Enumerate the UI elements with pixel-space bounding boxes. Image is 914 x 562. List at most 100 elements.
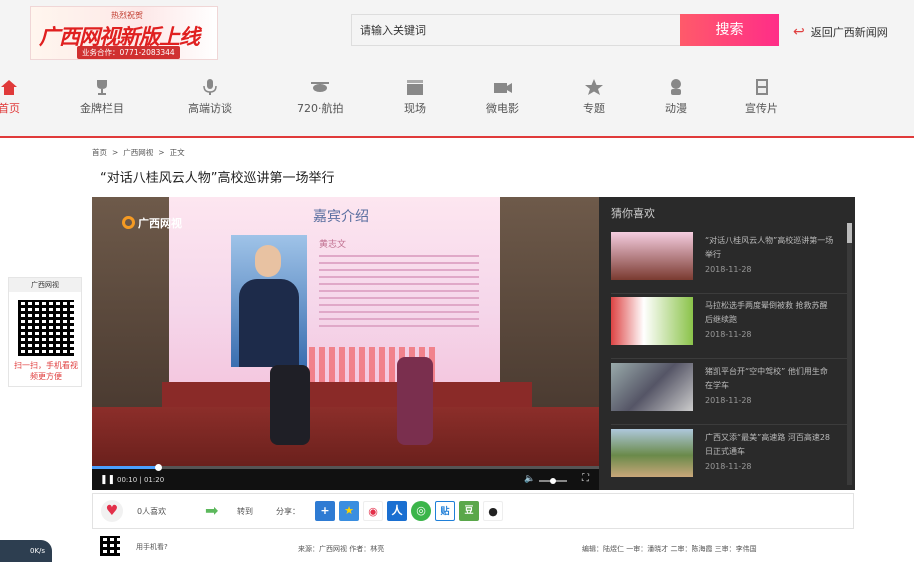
forward-label[interactable]: 转到 xyxy=(237,506,253,517)
nav-microfilm[interactable]: 微电影 xyxy=(486,78,519,116)
nav-label: 专题 xyxy=(583,102,605,115)
recommend-title[interactable]: 猪凯平台开“空中驾校” 他们用生命在学车 xyxy=(705,365,835,393)
star-icon xyxy=(585,79,603,95)
share-label: 分享： xyxy=(276,507,300,516)
recommend-title[interactable]: “对话八桂风云人物”高校巡讲第一场举行 xyxy=(705,234,835,262)
film-icon xyxy=(755,79,768,95)
qr-caption: 扫一扫，手机看视频更方便 xyxy=(14,361,78,381)
nav-home[interactable]: 首页 xyxy=(0,78,20,116)
recommend-item[interactable]: “对话八桂风云人物”高校巡讲第一场举行 2018-11-28 xyxy=(611,232,847,294)
video-player[interactable]: 嘉宾介绍 黄志文 广西网视 ❚❚ 00:10 | 01:20 🔈 ⛶ xyxy=(92,197,599,490)
breadcrumb-channel[interactable]: 广西网视 xyxy=(123,148,153,157)
breadcrumb: 首页 > 广西网视 > 正文 xyxy=(92,147,185,158)
video-thumbnail[interactable] xyxy=(611,297,693,345)
share-plus-icon[interactable]: + xyxy=(315,501,335,521)
pause-icon[interactable]: ❚❚ xyxy=(100,475,115,485)
share-weibo-icon[interactable]: ◉ xyxy=(363,501,383,521)
stage-floor xyxy=(92,407,599,467)
channel-watermark: 广西网视 xyxy=(122,215,182,231)
promo-banner[interactable]: 热烈祝贺 广西网视新版上线 业务合作：0771-2083344 xyxy=(30,6,218,60)
sidebar-scrollbar[interactable] xyxy=(847,223,852,485)
guest-portrait xyxy=(231,235,307,367)
microphone-icon xyxy=(203,79,217,95)
nav-label: 宣传片 xyxy=(745,102,778,115)
mobile-view-link[interactable]: 用手机看? xyxy=(136,542,168,552)
breadcrumb-home[interactable]: 首页 xyxy=(92,148,107,157)
scrollbar-thumb[interactable] xyxy=(847,223,852,243)
progress-bar[interactable] xyxy=(92,466,599,469)
channel-logo-icon xyxy=(122,216,135,229)
breadcrumb-separator: > xyxy=(112,148,119,157)
search-input[interactable]: 请输入关键词 xyxy=(351,14,681,46)
player-controls: ❚❚ 00:10 | 01:20 🔈 ⛶ xyxy=(92,464,599,490)
nav-label: 金牌栏目 xyxy=(80,102,124,115)
source-author: 来源：广西网视 作者：林亮 xyxy=(298,545,385,553)
host-figure xyxy=(397,357,433,445)
sidebar-heading: 猜你喜欢 xyxy=(611,207,655,220)
share-douban-icon[interactable]: 豆 xyxy=(459,501,479,521)
nav-label: 微电影 xyxy=(486,102,519,115)
slide-guest-name: 黄志文 xyxy=(319,240,347,250)
share-qq-penguin-icon[interactable]: ● xyxy=(483,501,503,521)
action-bar: ♥ 0人喜欢 ➡ 转到 分享： + ★ ◉ 人 ◎ 贴 豆 ● xyxy=(92,493,854,529)
volume-icon[interactable]: 🔈 xyxy=(524,474,535,484)
floating-qr-panel[interactable]: 广西网视 扫一扫，手机看视频更方便 xyxy=(8,277,82,387)
recommend-title[interactable]: 广西又添“最美”高速路 河百高速28日正式通车 xyxy=(705,431,835,459)
slide-heading: 嘉宾介绍 xyxy=(313,209,369,225)
nav-live[interactable]: 现场 xyxy=(404,78,426,116)
nav-promo-film[interactable]: 宣传片 xyxy=(745,78,778,116)
nav-topic[interactable]: 专题 xyxy=(583,78,605,116)
recommend-date: 2018-11-28 xyxy=(705,330,752,339)
fullscreen-icon[interactable]: ⛶ xyxy=(582,473,589,484)
like-count: 0人喜欢 xyxy=(137,507,167,516)
volume-handle[interactable] xyxy=(550,478,556,484)
share-qzone-star-icon[interactable]: ★ xyxy=(339,501,359,521)
main-nav: 首页 金牌栏目 高端访谈 720·航拍 现场 微电影 专题 动漫 宣传片 xyxy=(0,68,914,138)
banner-phone: 业务合作：0771-2083344 xyxy=(77,46,180,59)
trophy-icon xyxy=(97,80,107,95)
mascot-icon xyxy=(671,79,681,95)
nav-gold-column[interactable]: 金牌栏目 xyxy=(80,78,124,116)
qr-panel-header: 广西网视 xyxy=(9,278,81,292)
time-display: 00:10 | 01:20 xyxy=(117,476,165,484)
video-thumbnail[interactable] xyxy=(611,429,693,477)
header: 热烈祝贺 广西网视新版上线 业务合作：0771-2083344 请输入关键词 搜… xyxy=(0,0,914,68)
recommend-date: 2018-11-28 xyxy=(705,265,752,274)
recommend-date: 2018-11-28 xyxy=(705,396,752,405)
drone-icon xyxy=(311,82,330,92)
progress-handle[interactable] xyxy=(154,464,162,471)
mobile-qr-icon[interactable] xyxy=(100,536,120,556)
recommend-item[interactable]: 马拉松选手两度晕倒被救 抢救苏醒后继续跑 2018-11-28 xyxy=(611,297,847,359)
nav-label: 高端访谈 xyxy=(188,102,232,115)
back-to-news-link[interactable]: ↩ 返回广西新闻网 xyxy=(793,24,888,40)
nav-label: 720·航拍 xyxy=(297,102,344,115)
video-thumbnail[interactable] xyxy=(611,232,693,280)
progress-fill xyxy=(92,466,158,469)
nav-aerial[interactable]: 720·航拍 xyxy=(297,78,344,116)
share-wechat-icon[interactable]: ◎ xyxy=(411,501,431,521)
banner-small-text: 热烈祝贺 xyxy=(111,11,143,20)
search-button[interactable]: 搜索 xyxy=(680,14,779,46)
share-renren-icon[interactable]: 人 xyxy=(387,501,407,521)
network-speed-widget[interactable]: 0K/s xyxy=(0,540,52,562)
video-thumbnail[interactable] xyxy=(611,363,693,411)
camera-icon xyxy=(493,83,512,93)
share-tieba-icon[interactable]: 贴 xyxy=(435,501,455,521)
editor-credits: 编辑：陆煜仁 一审：潘晓才 二审：陈海霞 三审：李伟国 xyxy=(582,545,757,553)
nav-interview[interactable]: 高端访谈 xyxy=(188,78,232,116)
recommend-date: 2018-11-28 xyxy=(705,462,752,471)
like-heart-icon[interactable]: ♥ xyxy=(101,500,123,522)
recommend-title[interactable]: 马拉松选手两度晕倒被救 抢救苏醒后继续跑 xyxy=(705,299,835,327)
nav-label: 动漫 xyxy=(665,102,687,115)
volume-slider[interactable] xyxy=(539,478,567,484)
nav-anime[interactable]: 动漫 xyxy=(665,78,687,116)
recommend-sidebar: 猜你喜欢 “对话八桂风云人物”高校巡讲第一场举行 2018-11-28 马拉松选… xyxy=(599,197,855,490)
recommend-item[interactable]: 广西又添“最美”高速路 河百高速28日正式通车 2018-11-28 xyxy=(611,429,847,491)
clapper-icon xyxy=(407,80,423,95)
back-arrow-icon: ↩ xyxy=(793,24,805,40)
guest-figure xyxy=(270,365,310,445)
breadcrumb-separator: > xyxy=(158,148,165,157)
recommend-item[interactable]: 猪凯平台开“空中驾校” 他们用生命在学车 2018-11-28 xyxy=(611,363,847,425)
slide-text-lines xyxy=(319,255,479,332)
forward-arrow-icon[interactable]: ➡ xyxy=(205,501,218,520)
